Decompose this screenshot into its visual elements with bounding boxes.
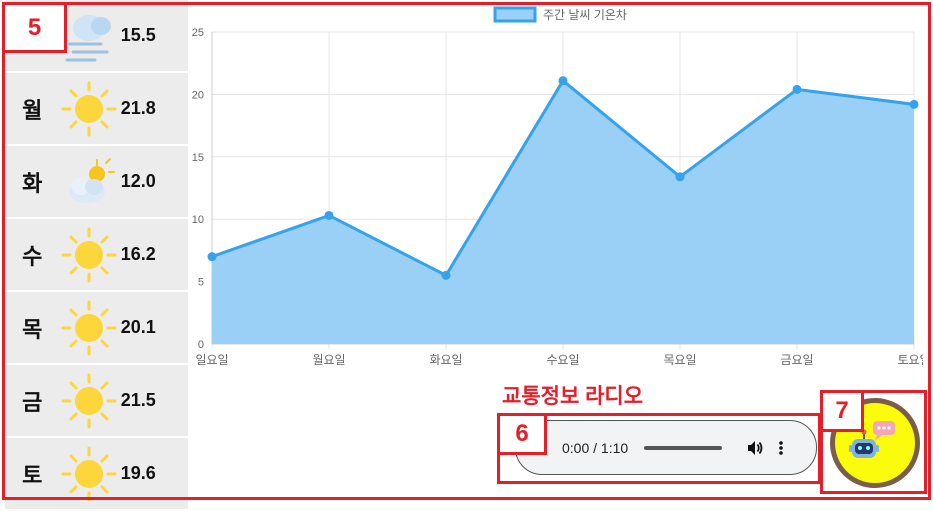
- callout-label-chatbot: 7: [820, 390, 864, 432]
- callout-label-audio: 6: [497, 413, 547, 455]
- annotation-frame: [2, 2, 931, 500]
- callout-label-weather: 5: [2, 2, 67, 53]
